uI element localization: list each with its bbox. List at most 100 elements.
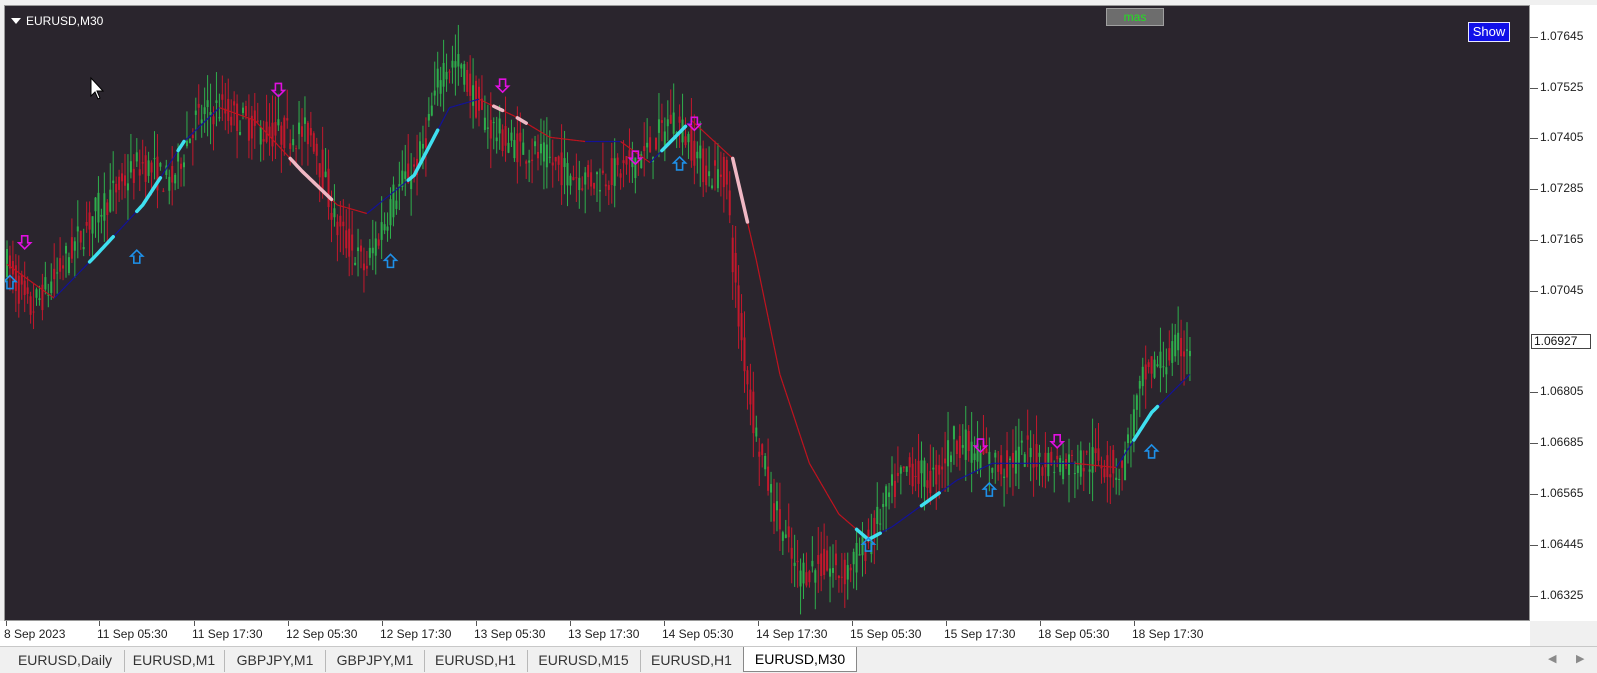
ma-line-segment bbox=[349, 207, 353, 210]
ma-line-segment bbox=[508, 112, 512, 116]
candle-body bbox=[516, 133, 519, 163]
dropdown-triangle-icon[interactable] bbox=[11, 18, 21, 24]
ma-line-segment bbox=[366, 210, 371, 214]
candle-body bbox=[380, 222, 383, 240]
ma-line-segment bbox=[30, 280, 34, 284]
candle-body bbox=[1135, 395, 1138, 410]
price-axis[interactable]: 1.07645 1.07525 1.07405 1.07285 1.07165 1.070… bbox=[1530, 5, 1597, 621]
price-label: 1.06445 bbox=[1540, 536, 1584, 551]
candle-body bbox=[244, 105, 247, 116]
candle-body bbox=[162, 190, 165, 192]
candle-body bbox=[852, 551, 855, 565]
candle-body bbox=[1168, 348, 1171, 361]
candle-body bbox=[324, 171, 327, 178]
current-price-label: 1.06927 bbox=[1531, 333, 1591, 349]
candle-body bbox=[88, 212, 91, 230]
tab-gbpjpy-m1[interactable]: GBPJPY,M1 bbox=[225, 650, 326, 672]
mas-button[interactable]: mas bbox=[1106, 8, 1164, 26]
candle-body bbox=[947, 440, 950, 467]
candle-body bbox=[50, 281, 53, 294]
candle-body bbox=[711, 185, 714, 189]
candle-body bbox=[315, 143, 318, 156]
ma-line-segment bbox=[894, 522, 899, 526]
ma-line-segment bbox=[953, 479, 958, 483]
candle-body bbox=[1020, 440, 1023, 443]
candle-body bbox=[73, 241, 76, 251]
ma-line-segment bbox=[959, 476, 964, 480]
ma-line-segment bbox=[337, 204, 341, 207]
candle-body bbox=[722, 156, 725, 188]
ma-line-segment bbox=[802, 445, 808, 455]
ma-line-segment bbox=[820, 483, 825, 490]
ma-highlight-segment bbox=[1132, 404, 1160, 442]
ma-line-segment bbox=[888, 526, 893, 529]
ma-line-segment bbox=[71, 276, 76, 281]
price-label: 1.06565 bbox=[1540, 486, 1584, 501]
price-label: 1.07285 bbox=[1540, 181, 1584, 196]
candle-body bbox=[923, 460, 926, 487]
ma-line-segment bbox=[458, 103, 462, 106]
candle-body bbox=[1177, 332, 1180, 351]
candle-body bbox=[147, 160, 150, 176]
ma-line-segment bbox=[829, 498, 834, 505]
ma-line-segment bbox=[115, 230, 120, 235]
ma-line-segment bbox=[472, 99, 477, 102]
buy-arrow-icon bbox=[671, 155, 688, 171]
chart-symbol-label: EURUSD,M30 bbox=[11, 14, 103, 28]
candle-body bbox=[191, 135, 194, 139]
time-axis[interactable]: 8 Sep 2023 11 Sep 05:30 11 Sep 17:30 12 Sep… bbox=[0, 621, 1530, 646]
candle-body bbox=[301, 126, 303, 137]
candle-body bbox=[955, 440, 958, 455]
candle-body bbox=[262, 139, 265, 142]
price-tick bbox=[1530, 443, 1538, 445]
ma-line-segment bbox=[384, 196, 388, 200]
scroll-right-icon[interactable]: ▶ bbox=[1576, 652, 1584, 665]
show-button[interactable]: Show bbox=[1468, 22, 1510, 42]
tab-eurusd-daily[interactable]: EURUSD,Daily bbox=[6, 650, 125, 672]
ma-highlight-segment bbox=[87, 235, 115, 264]
time-label: 12 Sep 05:30 bbox=[286, 627, 358, 641]
candle-body bbox=[360, 245, 362, 252]
tab-eurusd-h1[interactable]: EURUSD,H1 bbox=[424, 650, 528, 672]
tab-gbpjpy-m1[interactable]: GBPJPY,M1 bbox=[326, 650, 425, 672]
ma-line-segment bbox=[808, 463, 813, 469]
candle-body bbox=[1073, 473, 1076, 475]
tab-eurusd-h1[interactable]: EURUSD,H1 bbox=[640, 650, 744, 672]
tab-eurusd-m15[interactable]: EURUSD,M15 bbox=[527, 650, 641, 672]
ma-line-segment bbox=[799, 436, 805, 446]
ma-line-segment bbox=[797, 427, 802, 437]
candle-body bbox=[876, 506, 879, 524]
candle-body bbox=[601, 170, 604, 174]
price-label: 1.07405 bbox=[1540, 130, 1584, 145]
candle-body bbox=[958, 435, 961, 458]
candle-body bbox=[118, 176, 121, 190]
candle-body bbox=[805, 572, 808, 586]
candle-body bbox=[808, 571, 811, 583]
candle-body bbox=[371, 247, 374, 254]
candle-body bbox=[926, 480, 929, 488]
sell-arrow-icon bbox=[16, 235, 33, 250]
tab-eurusd-m1[interactable]: EURUSD,M1 bbox=[124, 650, 225, 672]
candle-body bbox=[1047, 452, 1050, 477]
candle-body bbox=[728, 190, 731, 216]
candle-body bbox=[525, 161, 528, 164]
candle-body bbox=[911, 463, 914, 487]
candle-body bbox=[94, 197, 97, 212]
candle-body bbox=[365, 265, 368, 269]
time-label: 15 Sep 17:30 bbox=[944, 627, 1016, 641]
chart-plot-area[interactable]: EURUSD,M30 mas Show bbox=[4, 5, 1530, 621]
candle-body bbox=[941, 466, 944, 470]
candle-body bbox=[336, 221, 339, 236]
tab-eurusd-m30[interactable]: EURUSD,M30 bbox=[743, 647, 857, 672]
scroll-left-icon[interactable]: ◀ bbox=[1548, 652, 1556, 665]
price-chart[interactable] bbox=[5, 6, 1529, 620]
candle-body bbox=[973, 453, 976, 461]
time-tick bbox=[758, 621, 759, 626]
candle-body bbox=[725, 159, 728, 185]
ma-line-segment bbox=[788, 400, 793, 411]
price-tick bbox=[1530, 189, 1538, 191]
candle-body bbox=[345, 230, 348, 249]
price-tick bbox=[1530, 240, 1538, 241]
candle-body bbox=[1068, 454, 1070, 475]
candle-body bbox=[97, 192, 100, 223]
